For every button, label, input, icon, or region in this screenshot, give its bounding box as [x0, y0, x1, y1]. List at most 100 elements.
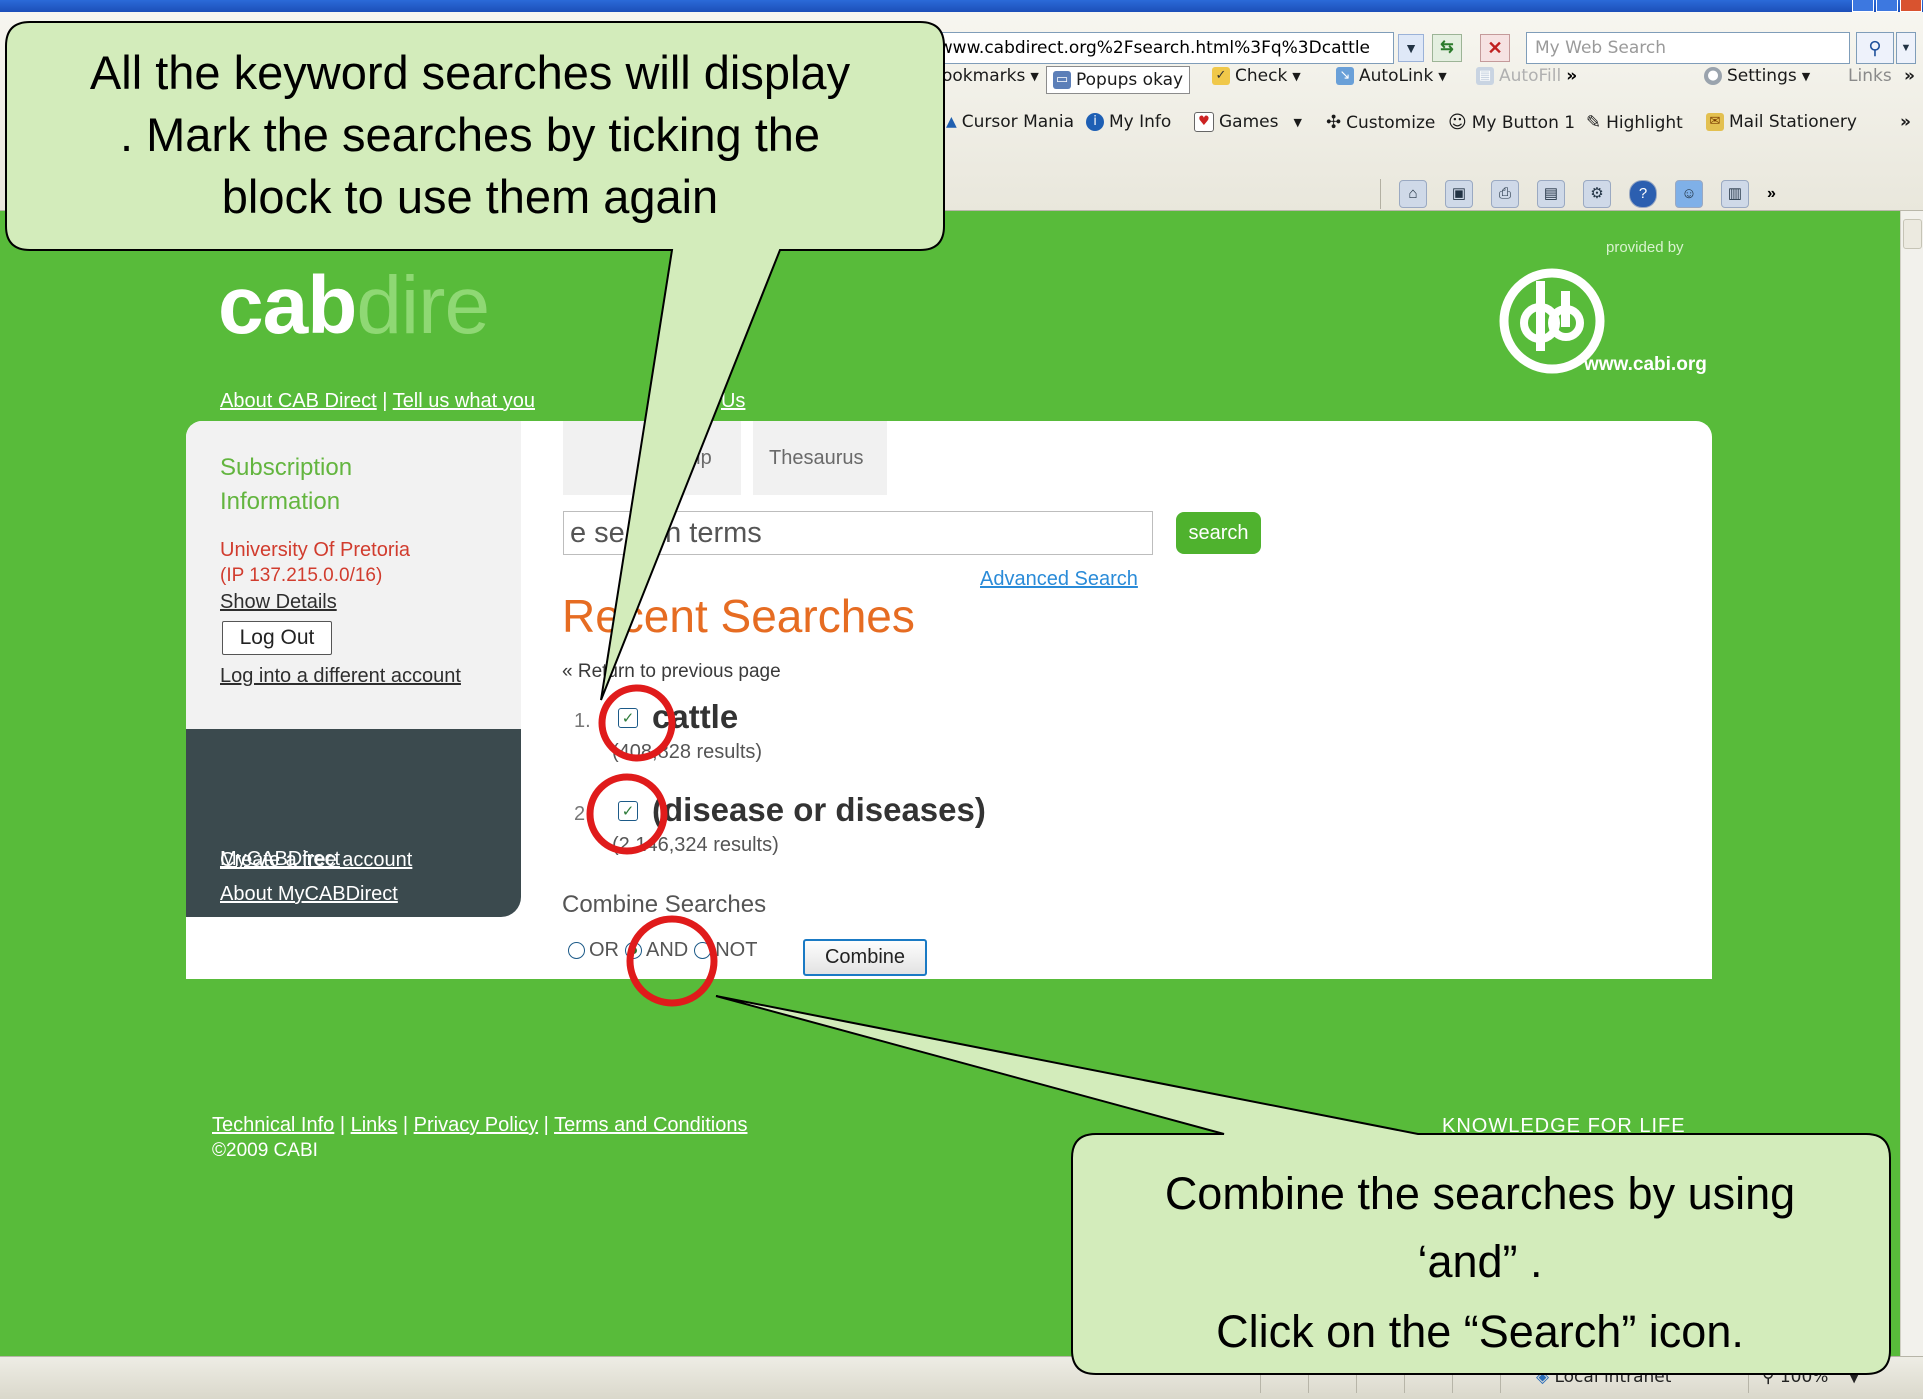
games-button[interactable]: ♥ Games ▼	[1194, 112, 1302, 132]
print-icon[interactable]: ⎙	[1491, 180, 1519, 208]
institution-name: University Of Pretoria	[220, 539, 411, 561]
divider	[1356, 1363, 1357, 1393]
popup-icon: ▭	[1053, 71, 1071, 89]
item-number: 2.	[574, 803, 591, 825]
stop-button[interactable]: ✕	[1480, 34, 1510, 62]
radio-not[interactable]	[694, 942, 712, 959]
overflow-chevron-icon[interactable]: »	[1900, 112, 1911, 132]
divider	[1404, 1363, 1405, 1393]
log-into-different-account-link[interactable]: Log into a different account	[220, 665, 461, 688]
puzzle-icon: ✣	[1326, 112, 1342, 133]
minimize-button[interactable]	[1852, 0, 1874, 12]
overflow-chevron-icon[interactable]: »	[1904, 66, 1915, 86]
combine-button[interactable]: Combine	[803, 939, 927, 976]
magnifier-icon: ⚲	[1762, 1367, 1775, 1387]
page-icon[interactable]: ▤	[1537, 180, 1565, 208]
overflow-chevron-icon[interactable]: »	[1767, 185, 1776, 203]
help-icon[interactable]: ?	[1629, 180, 1657, 208]
spellcheck-icon: ✓	[1212, 67, 1230, 85]
cursor-mania-button[interactable]: ▲ Cursor Mania	[946, 112, 1074, 132]
tab-help[interactable]: elp	[563, 421, 741, 495]
links-toolbar[interactable]: Links	[1848, 66, 1892, 86]
provided-by-label: provided by	[1606, 239, 1684, 256]
web-search-input[interactable]: My Web Search	[1526, 32, 1850, 64]
refresh-button[interactable]: ⇆	[1432, 34, 1462, 62]
log-out-button[interactable]: Log Out	[222, 621, 332, 655]
search-checkbox[interactable]: ✓	[618, 708, 638, 728]
mycabdirect-panel: MyCABDirect About MyCABDirect	[186, 729, 521, 917]
cabi-url-label: www.cabi.org	[1584, 354, 1707, 375]
person-icon: ☺	[1448, 112, 1467, 133]
magnifier-icon: ⚲	[1868, 38, 1882, 58]
radio-and[interactable]	[625, 942, 642, 959]
command-bar: ⌂ ▣ ⎙ ▤ ⚙ ? ☺ ▥ »	[1380, 176, 1776, 212]
my-button-1[interactable]: ☺ My Button 1	[1448, 112, 1575, 133]
autolink-button[interactable]: ↘ AutoLink ▼	[1336, 66, 1447, 86]
autofill-button[interactable]: ▤ AutoFill»	[1476, 66, 1577, 86]
research-icon[interactable]: ▥	[1721, 180, 1749, 208]
search-term-link[interactable]: cattle	[652, 698, 738, 736]
create-account-link[interactable]: Create a free account	[220, 849, 412, 872]
settings-menu[interactable]: ● Settings ▼	[1704, 66, 1810, 86]
advanced-search-link[interactable]: Advanced Search	[980, 568, 1138, 591]
caret-down-icon: ▼	[1030, 69, 1039, 83]
zoom-level[interactable]: ⚲ 100% ▼	[1762, 1367, 1858, 1387]
chevron-down-icon: ▼	[1404, 40, 1418, 56]
page-title: Recent Searches	[562, 590, 915, 642]
radio-or-label: OR	[589, 939, 619, 961]
combine-searches-label: Combine Searches	[562, 891, 767, 918]
chevron-down-icon: ▼	[1900, 42, 1912, 54]
tab-thesaurus[interactable]: Thesaurus	[753, 421, 887, 495]
highlight-button[interactable]: ✎ Highlight	[1586, 112, 1683, 133]
stop-icon: ✕	[1487, 38, 1503, 58]
caret-down-icon: ▼	[1438, 69, 1447, 83]
sidebar: Subscription Information University Of Pr…	[186, 421, 521, 766]
tell-us-link[interactable]: Tell us what you	[393, 390, 535, 412]
callout-top-text: All the keyword searches will display . …	[89, 46, 851, 223]
terms-link[interactable]: Terms and Conditions	[554, 1114, 747, 1136]
contact-us-link[interactable]: Us	[721, 390, 745, 412]
address-dropdown-button[interactable]: ▼	[1398, 34, 1424, 62]
combine-options: OR AND NOT	[568, 939, 757, 962]
autolink-icon: ↘	[1336, 67, 1354, 85]
copyright: ©2009 CABI	[212, 1140, 318, 1161]
result-count: (2,146,324 results)	[612, 834, 779, 856]
my-info-button[interactable]: i My Info	[1086, 112, 1171, 132]
cabdirect-logo[interactable]: cabdire	[218, 259, 490, 353]
maximize-button[interactable]	[1876, 0, 1898, 12]
callout-bottom-text: Combine the searches by using ‘and” . Cl…	[1164, 1168, 1796, 1357]
show-details-link[interactable]: Show Details	[220, 591, 337, 614]
return-to-previous-link[interactable]: « Return to previous page	[562, 661, 781, 683]
search-button[interactable]: search	[1176, 512, 1261, 554]
security-zone: ◈ Local intranet	[1536, 1367, 1672, 1387]
bookmarks-menu[interactable]: ookmarks ▼	[942, 66, 1039, 86]
web-search-button[interactable]: ⚲	[1856, 32, 1894, 64]
subscription-heading: Subscription Information	[220, 454, 353, 515]
spell-check-button[interactable]: ✓ Check ▼	[1212, 66, 1301, 86]
mail-stationery-button[interactable]: ✉ Mail Stationery	[1706, 112, 1857, 132]
web-search-dropdown[interactable]: ▼	[1896, 32, 1916, 64]
technical-info-link[interactable]: Technical Info	[212, 1114, 334, 1136]
close-window-button[interactable]	[1900, 0, 1922, 12]
messenger-icon[interactable]: ☺	[1675, 180, 1703, 208]
vertical-scrollbar[interactable]	[1900, 211, 1923, 1356]
search-checkbox[interactable]: ✓	[618, 801, 638, 821]
refresh-icon: ⇆	[1440, 39, 1454, 56]
radio-or[interactable]	[568, 942, 585, 959]
scrollbar-thumb[interactable]	[1903, 219, 1922, 249]
tools-gear-icon[interactable]: ⚙	[1583, 180, 1611, 208]
customize-button[interactable]: ✣ Customize	[1326, 112, 1435, 133]
info-icon: i	[1086, 113, 1104, 131]
feeds-icon[interactable]: ▣	[1445, 180, 1473, 208]
about-cab-direct-link[interactable]: About CAB Direct	[220, 390, 377, 412]
divider	[1500, 1363, 1501, 1393]
search-term-link[interactable]: (disease or diseases)	[652, 791, 986, 829]
popups-okay-button[interactable]: ▭ Popups okay	[1046, 66, 1191, 94]
home-icon[interactable]: ⌂	[1399, 180, 1427, 208]
privacy-policy-link[interactable]: Privacy Policy	[414, 1114, 538, 1136]
games-icon: ♥	[1194, 112, 1214, 132]
about-mycabdirect-link[interactable]: About MyCABDirect	[220, 883, 398, 906]
divider	[1260, 1363, 1261, 1393]
search-input[interactable]: e search terms	[563, 511, 1153, 555]
links-link[interactable]: Links	[351, 1114, 398, 1136]
